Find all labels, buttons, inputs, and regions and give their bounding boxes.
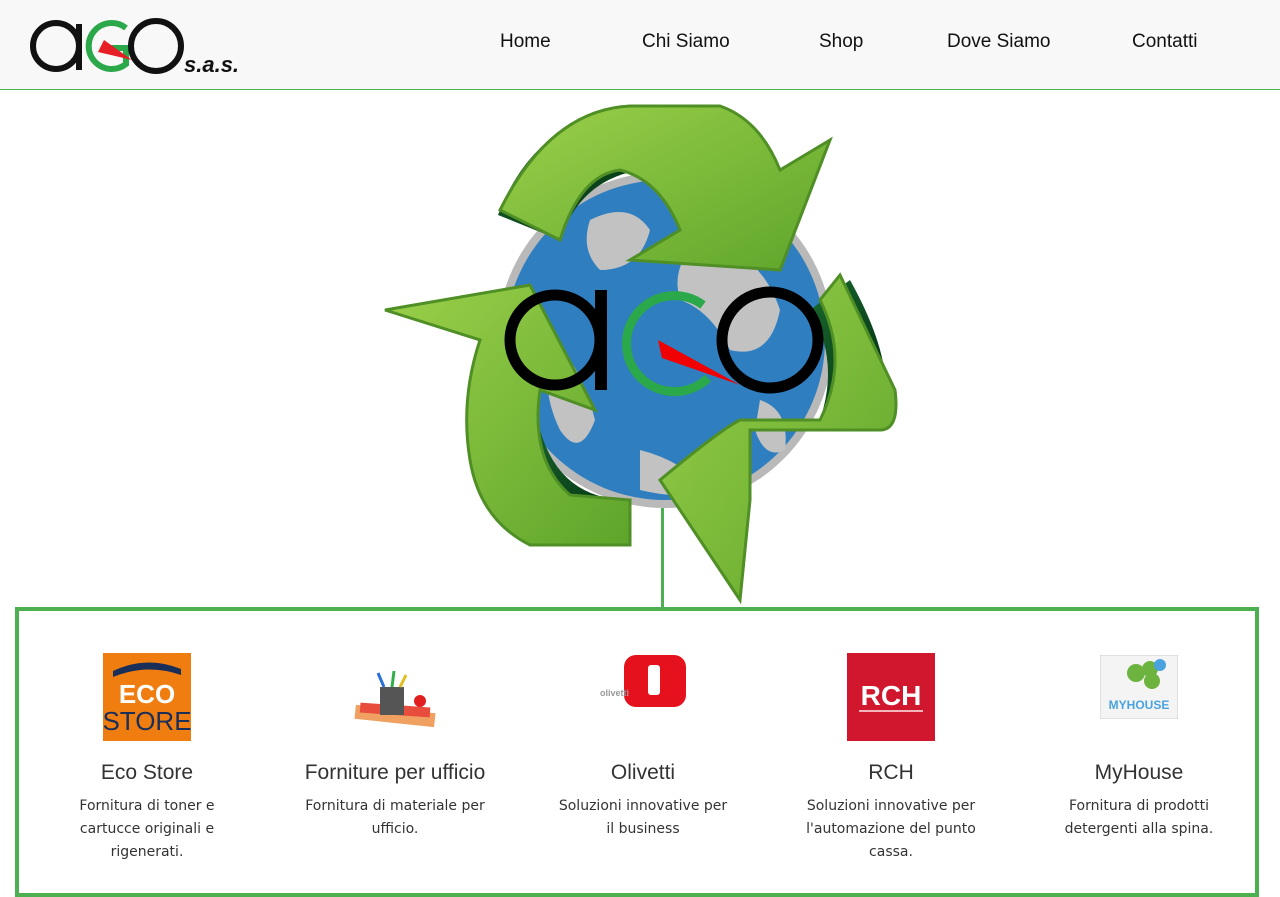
service-description: Soluzioni innovative per l'automazione d… bbox=[806, 798, 976, 860]
service-title: Eco Store bbox=[100, 761, 194, 784]
nav-shop[interactable]: Shop bbox=[819, 31, 863, 53]
myhouse-logo[interactable]: MYHOUSE bbox=[1100, 655, 1178, 719]
service-title: RCH bbox=[868, 761, 914, 784]
nav-home[interactable]: Home bbox=[500, 31, 551, 53]
service-card-eco-store[interactable]: ECO STORE Eco Store Fornitura di toner e… bbox=[37, 653, 257, 864]
svg-text:STORE: STORE bbox=[103, 706, 191, 736]
service-title: Forniture per ufficio bbox=[304, 761, 486, 784]
office-supplies-icon[interactable] bbox=[350, 671, 440, 731]
olivetti-logo[interactable]: olivetti bbox=[598, 653, 688, 709]
recycle-globe-logo bbox=[384, 104, 898, 605]
svg-text:ECO: ECO bbox=[119, 679, 175, 709]
service-title: MyHouse bbox=[1094, 761, 1184, 784]
service-card-forniture[interactable]: Forniture per ufficio Fornitura di mater… bbox=[285, 653, 505, 841]
svg-text:olivetti: olivetti bbox=[600, 688, 629, 698]
service-description: Soluzioni innovative per il business bbox=[558, 798, 728, 837]
nav-chi-siamo[interactable]: Chi Siamo bbox=[642, 31, 730, 53]
nav-contatti[interactable]: Contatti bbox=[1132, 31, 1197, 53]
service-title: Olivetti bbox=[610, 761, 676, 784]
connector-line bbox=[661, 508, 664, 610]
service-description: Fornitura di prodotti detergenti alla sp… bbox=[1064, 798, 1214, 837]
nav-dove-siamo[interactable]: Dove Siamo bbox=[947, 31, 1051, 53]
svg-text:MYHOUSE: MYHOUSE bbox=[1109, 698, 1170, 712]
rch-logo[interactable]: RCH bbox=[847, 653, 935, 741]
service-card-olivetti[interactable]: olivetti Olivetti Soluzioni innovative p… bbox=[533, 653, 753, 841]
service-card-rch[interactable]: RCH RCH Soluzioni innovative per l'autom… bbox=[781, 653, 1001, 864]
svg-text:RCH: RCH bbox=[861, 680, 922, 711]
site-header: s.a.s. Home Chi Siamo Shop Dove Siamo Co… bbox=[0, 0, 1280, 90]
service-description: Fornitura di materiale per ufficio. bbox=[305, 798, 485, 837]
service-card-myhouse[interactable]: MYHOUSE MyHouse Fornitura di prodotti de… bbox=[1029, 653, 1249, 841]
service-description: Fornitura di toner e cartucce originali … bbox=[79, 798, 215, 860]
eco-store-logo[interactable]: ECO STORE bbox=[103, 653, 191, 741]
services-section: ECO STORE Eco Store Fornitura di toner e… bbox=[15, 607, 1259, 897]
main-nav: Home Chi Siamo Shop Dove Siamo Contatti bbox=[0, 0, 1280, 89]
